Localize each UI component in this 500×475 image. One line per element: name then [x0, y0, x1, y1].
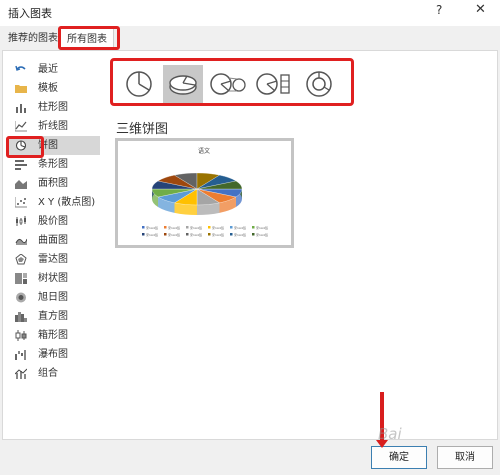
legend-label: 宋1A4班 — [234, 232, 246, 237]
sidebar-item-label: 柱形图 — [38, 102, 68, 113]
scatter-chart-icon — [15, 197, 27, 208]
doughnut-icon[interactable] — [299, 65, 339, 103]
sidebar-item-label: 最近 — [38, 64, 58, 75]
legend-label: 宋1A4班 — [234, 225, 246, 230]
preview-legend: 宋1A4班 宋1A4班 宋1A4班 宋1A4班 宋1A4班 宋1A4班宋1A4班 宋1A4班… — [142, 225, 268, 237]
legend-swatch — [186, 226, 189, 229]
folder-icon — [15, 83, 27, 94]
legend-swatch — [142, 226, 145, 229]
pie-icon[interactable] — [119, 65, 159, 103]
sidebar-item-label: 瀑布图 — [38, 349, 68, 360]
sidebar-item-label: 旭日图 — [38, 292, 68, 303]
radar-chart-icon — [15, 254, 27, 265]
ok-button[interactable]: 确定 — [371, 446, 427, 469]
waterfall-chart-icon — [15, 349, 27, 360]
legend-swatch — [208, 226, 211, 229]
sidebar-item-label: 箱形图 — [38, 330, 68, 341]
pie-subtype-strip — [110, 58, 354, 106]
sidebar-item-box-whisker[interactable]: 箱形图 — [8, 326, 100, 345]
sidebar-item-label: 曲面图 — [38, 235, 68, 246]
sidebar-item-label: 雷达图 — [38, 254, 68, 265]
sidebar-item-label: 条形图 — [38, 159, 68, 170]
line-chart-icon — [15, 121, 27, 132]
legend-label: 宋1A4班 — [168, 232, 180, 237]
dialog-titlebar: 插入图表 ? ✕ — [0, 0, 500, 26]
pie-of-pie-icon[interactable] — [207, 65, 247, 103]
legend-label: 宋1A4班 — [168, 225, 180, 230]
sidebar-item-area[interactable]: 面积图 — [8, 174, 100, 193]
chart-type-sidebar: 最近 模板 柱形图 折线图 饼图 条形图 面积图 X Y (散点图) 股价图 曲… — [8, 60, 100, 383]
3d-pie-icon[interactable] — [163, 65, 203, 103]
sidebar-item-treemap[interactable]: 树状图 — [8, 269, 100, 288]
undo-arrow-icon — [15, 64, 27, 75]
legend-swatch — [186, 233, 189, 236]
sidebar-item-radar[interactable]: 雷达图 — [8, 250, 100, 269]
tab-recommended-charts[interactable]: 推荐的图表 — [2, 28, 64, 50]
treemap-chart-icon — [15, 273, 27, 284]
legend-swatch — [164, 226, 167, 229]
combo-chart-icon — [15, 368, 27, 379]
sidebar-item-label: 股价图 — [38, 216, 68, 227]
sidebar-item-histogram[interactable]: 直方图 — [8, 307, 100, 326]
sidebar-item-column[interactable]: 柱形图 — [8, 98, 100, 117]
column-chart-icon — [15, 102, 27, 113]
legend-swatch — [252, 226, 255, 229]
legend-label: 宋1A4班 — [212, 232, 224, 237]
watermark: Bai — [378, 425, 402, 443]
chart-preview[interactable]: 语文 宋1A4班 宋1A4班 宋1A4班 宋1A4班 宋1A4班 宋1A4班 宋1A4班 宋1… — [115, 138, 294, 248]
preview-chart-title: 语文 — [198, 147, 210, 155]
sidebar-item-templates[interactable]: 模板 — [8, 79, 100, 98]
bar-chart-icon — [15, 159, 27, 170]
legend-label: 宋1A4班 — [256, 225, 268, 230]
sunburst-chart-icon — [15, 292, 27, 303]
bar-of-pie-icon[interactable] — [253, 65, 293, 103]
sidebar-item-label: X Y (散点图) — [38, 197, 96, 208]
sidebar-item-label: 直方图 — [38, 311, 68, 322]
legend-swatch — [142, 233, 145, 236]
legend-label: 宋1A4班 — [146, 232, 158, 237]
legend-swatch — [252, 233, 255, 236]
sidebar-item-combo[interactable]: 组合 — [8, 364, 100, 383]
section-title: 三维饼图 — [116, 122, 169, 137]
sidebar-item-recent[interactable]: 最近 — [8, 60, 100, 79]
red-highlight-box — [6, 136, 44, 158]
sidebar-item-sunburst[interactable]: 旭日图 — [8, 288, 100, 307]
sidebar-item-label: 组合 — [38, 368, 58, 379]
sidebar-item-scatter[interactable]: X Y (散点图) — [8, 193, 100, 212]
legend-label: 宋1A4班 — [146, 225, 158, 230]
3d-pie-preview: 语文 宋1A4班 宋1A4班 宋1A4班 宋1A4班 宋1A4班 宋1A4班宋1A4班 宋1… — [142, 147, 268, 237]
sidebar-item-surface[interactable]: 曲面图 — [8, 231, 100, 250]
dialog-title: 插入图表 — [8, 7, 52, 20]
help-icon[interactable]: ? — [436, 3, 442, 17]
histogram-chart-icon — [15, 311, 27, 322]
legend-swatch — [208, 233, 211, 236]
sidebar-item-label: 折线图 — [38, 121, 68, 132]
surface-chart-icon — [15, 235, 27, 246]
legend-swatch — [230, 233, 233, 236]
legend-label: 宋1A4班 — [190, 225, 202, 230]
area-chart-icon — [15, 178, 27, 189]
sidebar-item-stock[interactable]: 股价图 — [8, 212, 100, 231]
legend-swatch — [230, 226, 233, 229]
stock-chart-icon — [15, 216, 27, 227]
sidebar-item-waterfall[interactable]: 瀑布图 — [8, 345, 100, 364]
legend-label: 宋1A4班 — [190, 232, 202, 237]
box-whisker-chart-icon — [15, 330, 27, 341]
legend-label: 宋1A4班 — [256, 232, 268, 237]
pie-top — [151, 172, 243, 206]
sidebar-item-label: 面积图 — [38, 178, 68, 189]
red-highlight-box — [58, 26, 120, 50]
sidebar-item-label: 树状图 — [38, 273, 68, 284]
cancel-button[interactable]: 取消 — [437, 446, 493, 469]
sidebar-item-label: 模板 — [38, 83, 58, 94]
legend-label: 宋1A4班 — [212, 225, 224, 230]
sidebar-item-line[interactable]: 折线图 — [8, 117, 100, 136]
legend-swatch — [164, 233, 167, 236]
close-icon[interactable]: ✕ — [475, 2, 486, 17]
